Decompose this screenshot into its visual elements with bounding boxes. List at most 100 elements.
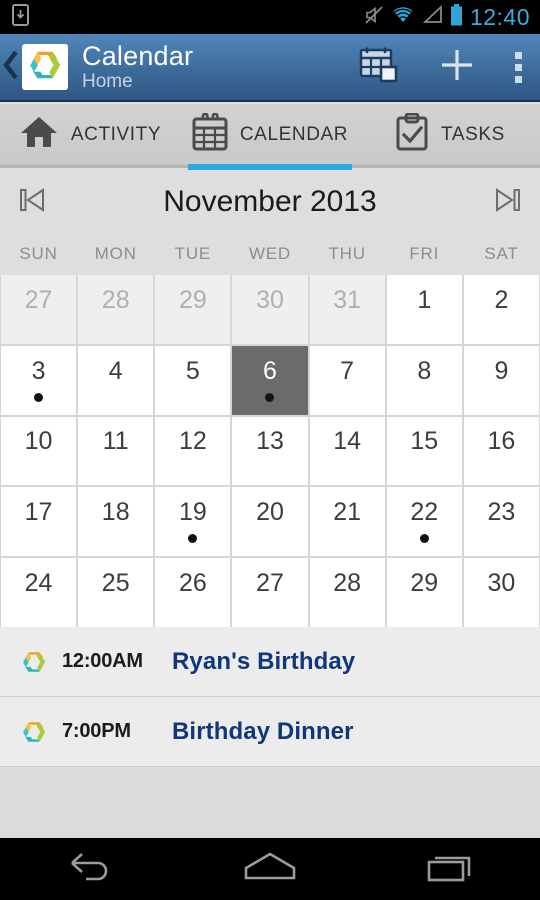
event-list-empty-area: [0, 767, 540, 838]
event-list-item[interactable]: 12:00AM Ryan's Birthday: [0, 627, 540, 697]
calendar-week-row: 24 25 26 27 28 29 30: [0, 558, 540, 627]
calendar-day-number: 23: [487, 498, 516, 527]
tab-activity[interactable]: ACTIVITY: [0, 103, 180, 167]
calendar-day-cell[interactable]: 12: [155, 416, 231, 486]
wifi-icon: [391, 5, 415, 29]
add-icon: [437, 45, 477, 90]
event-list-item[interactable]: 7:00PM Birthday Dinner: [0, 697, 540, 767]
calendar-day-cell[interactable]: 10: [1, 416, 77, 486]
calendar-day-cell[interactable]: 25: [78, 558, 154, 627]
month-view-button[interactable]: [340, 33, 418, 101]
previous-month-button[interactable]: [0, 171, 64, 233]
weekday-mon: MON: [94, 244, 137, 263]
calendar-day-number: 6: [263, 356, 277, 385]
action-bar-actions: [340, 33, 540, 101]
month-title: November 2013: [163, 185, 377, 218]
status-bar-system-icons: 12:40: [364, 3, 540, 31]
weekday-sun: SUN: [19, 244, 58, 263]
nav-recents-button[interactable]: [390, 838, 510, 900]
calendar-day-cell[interactable]: 30: [463, 558, 539, 627]
calendar-day-cell[interactable]: 16: [463, 416, 539, 486]
calendar-day-cell[interactable]: 27: [1, 275, 77, 344]
calendar-day-number: 29: [178, 285, 207, 314]
action-bar-titles: Calendar Home: [82, 42, 193, 91]
month-view-icon: [359, 46, 399, 89]
calendar-day-cell[interactable]: 18: [78, 487, 154, 557]
calendar-day-cell[interactable]: 2: [463, 275, 539, 344]
back-icon: [66, 850, 114, 889]
add-event-button[interactable]: [418, 33, 496, 101]
up-navigation-button[interactable]: [0, 33, 22, 101]
calendar-week-row: 27 28 29 30 31 1 2: [0, 275, 540, 344]
calendar-day-cell[interactable]: 22: [386, 487, 462, 557]
calendar-day-cell[interactable]: 21: [309, 487, 385, 557]
calendar-day-number: 24: [24, 569, 53, 598]
calendar-day-number: 14: [333, 427, 362, 456]
tab-tasks[interactable]: TASKS: [360, 103, 540, 167]
calendar-day-cell[interactable]: 24: [1, 558, 77, 627]
calendar-day-cell[interactable]: 7: [309, 345, 385, 415]
calendar-day-number: 28: [333, 569, 362, 598]
calendar-day-cell[interactable]: 31: [309, 275, 385, 344]
calendar-day-cell[interactable]: 1: [386, 275, 462, 344]
calendar-day-number: 19: [178, 498, 207, 527]
calendar-day-number: 29: [410, 569, 439, 598]
event-title: Birthday Dinner: [172, 717, 354, 745]
chevron-left-icon: [3, 50, 19, 85]
calendar-day-cell[interactable]: 29: [386, 558, 462, 627]
recents-icon: [425, 850, 475, 889]
event-indicator-dot: [188, 534, 198, 544]
calendar-day-cell[interactable]: 6: [232, 345, 308, 415]
calendar-day-number: 25: [101, 569, 130, 598]
calendar-day-number: 3: [31, 356, 46, 385]
calendar-week-row: 17 18 19 20 21 22 23: [0, 487, 540, 557]
calendar-day-cell[interactable]: 9: [463, 345, 539, 415]
calendar-day-cell[interactable]: 11: [78, 416, 154, 486]
calendar-day-cell[interactable]: 3: [1, 345, 77, 415]
calendar-day-cell[interactable]: 14: [309, 416, 385, 486]
calendar-day-number: 31: [333, 285, 362, 314]
calendar-day-cell[interactable]: 27: [232, 558, 308, 627]
nav-home-button[interactable]: [210, 838, 330, 900]
overflow-menu-button[interactable]: [496, 33, 540, 101]
calendar-day-cell[interactable]: 17: [1, 487, 77, 557]
app-logo-hexagon-icon: [16, 718, 52, 746]
download-icon: [12, 3, 29, 31]
weekday-wed: WED: [248, 244, 292, 263]
calendar-day-number: 27: [256, 569, 284, 598]
calendar-day-number: 8: [417, 356, 432, 385]
app-logo[interactable]: [22, 44, 68, 90]
clipboard-check-icon: [395, 112, 429, 156]
calendar-day-number: 17: [24, 498, 53, 527]
page-subtitle: Home: [82, 70, 133, 92]
calendar-day-number: 28: [101, 285, 130, 314]
home-icon: [242, 850, 298, 889]
signal-icon: [422, 5, 443, 29]
calendar-day-cell[interactable]: 4: [78, 345, 154, 415]
month-navigation-bar: November 2013: [0, 171, 540, 233]
calendar-day-cell[interactable]: 23: [463, 487, 539, 557]
calendar-day-cell[interactable]: 19: [155, 487, 231, 557]
next-month-button[interactable]: [476, 171, 540, 233]
status-bar-clock: 12:40: [469, 3, 530, 30]
action-bar: Calendar Home: [0, 34, 540, 102]
tab-calendar[interactable]: CALENDAR: [180, 103, 360, 170]
calendar-day-number: 27: [24, 285, 53, 314]
tab-activity-label: ACTIVITY: [70, 123, 162, 145]
calendar-day-cell[interactable]: 26: [155, 558, 231, 627]
calendar-day-cell[interactable]: 15: [386, 416, 462, 486]
calendar-day-cell[interactable]: 20: [232, 487, 308, 557]
weekday-fri: FRI: [409, 244, 440, 263]
calendar-day-number: 12: [178, 427, 207, 456]
calendar-day-cell[interactable]: 5: [155, 345, 231, 415]
calendar-day-cell[interactable]: 28: [78, 275, 154, 344]
skip-previous-icon: [19, 187, 45, 218]
tab-bar: ACTIVITY CALENDAR TASKS: [0, 103, 540, 170]
calendar-day-cell[interactable]: 28: [309, 558, 385, 627]
calendar-day-cell[interactable]: 29: [155, 275, 231, 344]
calendar-day-cell[interactable]: 13: [232, 416, 308, 486]
calendar-day-cell[interactable]: 30: [232, 275, 308, 344]
nav-back-button[interactable]: [30, 838, 150, 900]
calendar-day-cell[interactable]: 8: [386, 345, 462, 415]
mute-icon: [364, 5, 384, 30]
